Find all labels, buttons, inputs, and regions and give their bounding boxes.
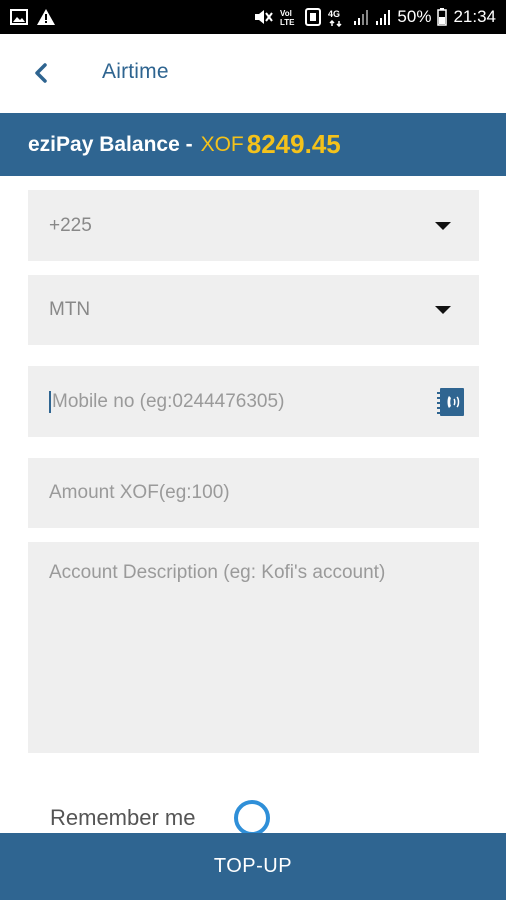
battery-icon xyxy=(437,8,448,26)
svg-text:LTE: LTE xyxy=(280,18,295,27)
mobile-number-input[interactable]: Mobile no (eg:0244476305) xyxy=(28,366,479,437)
svg-text:4G: 4G xyxy=(328,9,340,19)
4g-icon: 4G xyxy=(327,7,347,27)
svg-text:Vol: Vol xyxy=(280,9,292,18)
status-left xyxy=(10,8,56,26)
chevron-left-icon xyxy=(35,63,47,83)
remember-me-row: Remember me xyxy=(50,798,270,838)
mobile-placeholder: Mobile no (eg:0244476305) xyxy=(52,390,285,412)
mute-icon xyxy=(253,8,274,26)
network-select[interactable]: MTN xyxy=(28,275,479,345)
balance-value: 8249.45 xyxy=(246,129,341,159)
nfc-icon xyxy=(305,8,322,26)
amount-placeholder: Amount XOF(eg:100) xyxy=(49,482,230,503)
signal-icon xyxy=(353,8,369,26)
remember-me-toggle[interactable] xyxy=(234,800,270,836)
battery-percent: 50% xyxy=(397,7,432,26)
network-value: MTN xyxy=(49,299,91,320)
page-title: Airtime xyxy=(102,60,169,83)
topup-button[interactable]: TOP-UP xyxy=(0,833,506,900)
app-bar: Airtime xyxy=(0,34,506,113)
description-placeholder: Account Description (eg: Kofi's account) xyxy=(49,562,386,583)
text-cursor xyxy=(49,390,51,413)
balance-currency: XOF xyxy=(200,132,244,156)
balance-banner: eziPay Balance - XOF 8249.45 xyxy=(0,113,506,176)
account-description-textarea[interactable]: Account Description (eg: Kofi's account) xyxy=(28,542,479,753)
remember-me-label: Remember me xyxy=(50,805,196,830)
clock: 21:34 xyxy=(453,7,496,26)
signal-icon xyxy=(375,8,391,26)
amount-input[interactable]: Amount XOF(eg:100) xyxy=(28,458,479,528)
back-button[interactable] xyxy=(28,60,54,86)
image-icon xyxy=(10,9,28,25)
country-code-select[interactable]: +225 xyxy=(28,190,479,261)
country-code-value: +225 xyxy=(49,214,92,236)
dropdown-arrow-icon xyxy=(435,306,451,314)
dropdown-arrow-icon xyxy=(435,221,451,230)
volte-icon: Vol LTE xyxy=(279,7,299,27)
warning-icon xyxy=(36,8,56,26)
balance-label: eziPay Balance - xyxy=(28,132,193,156)
status-bar: Vol LTE 4G 50% 21:34 xyxy=(0,0,506,34)
status-right: Vol LTE 4G 50% 21:34 xyxy=(253,7,496,27)
contact-book-icon[interactable] xyxy=(437,387,465,417)
